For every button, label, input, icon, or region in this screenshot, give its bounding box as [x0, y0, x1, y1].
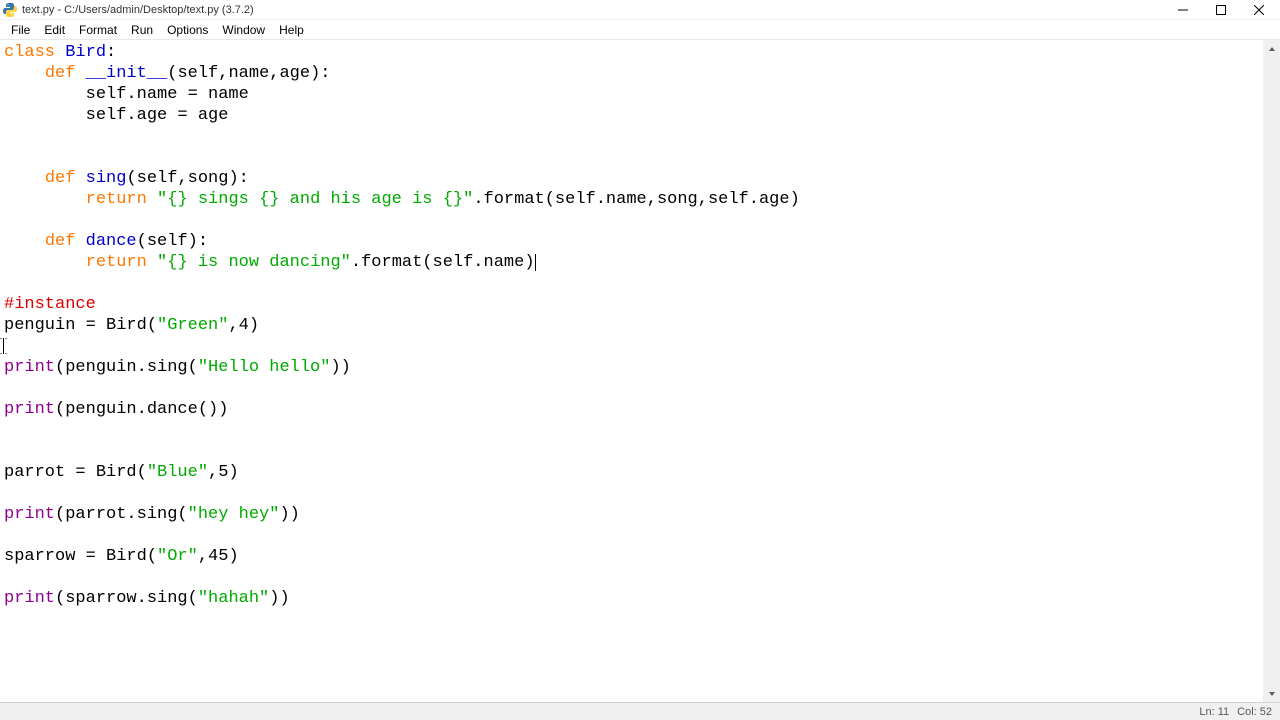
code-text: ,4): [228, 316, 259, 335]
code-text: (self,name,age):: [167, 64, 330, 83]
menu-file[interactable]: File: [4, 21, 37, 39]
code-text: [147, 190, 157, 209]
code-text: )): [279, 505, 299, 524]
keyword: class: [4, 43, 55, 62]
code-text: penguin = Bird(: [4, 316, 157, 335]
window-title: text.py - C:/Users/admin/Desktop/text.py…: [22, 4, 1164, 16]
code-text: (parrot.sing(: [55, 505, 188, 524]
menu-window[interactable]: Window: [215, 21, 272, 39]
close-button[interactable]: [1240, 0, 1278, 20]
window-controls: [1164, 0, 1278, 20]
builtin: print: [4, 358, 55, 377]
scroll-up-icon[interactable]: [1263, 40, 1280, 57]
maximize-button[interactable]: [1202, 0, 1240, 20]
status-line: Ln: 11: [1199, 706, 1229, 718]
code-text: [4, 64, 45, 83]
keyword: return: [86, 253, 147, 272]
status-col: Col: 52: [1237, 706, 1272, 718]
code-text: (penguin.sing(: [55, 358, 198, 377]
code-text: sparrow = Bird(: [4, 547, 157, 566]
string-literal: "Blue": [147, 463, 208, 482]
func-name: dance: [75, 232, 136, 251]
code-text: ,45): [198, 547, 239, 566]
menubar: File Edit Format Run Options Window Help: [0, 20, 1280, 40]
func-name: __init__: [75, 64, 167, 83]
scrollbar-thumb[interactable]: [1263, 57, 1280, 685]
code-text: )): [269, 589, 289, 608]
code-text: [4, 190, 86, 209]
editor-area: class Bird: def __init__(self,name,age):…: [0, 40, 1280, 702]
code-text: .format(self.name,song,self.age): [473, 190, 799, 209]
builtin: print: [4, 400, 55, 419]
code-editor[interactable]: class Bird: def __init__(self,name,age):…: [0, 40, 1263, 702]
string-literal: "{} is now dancing": [157, 253, 351, 272]
code-text: (sparrow.sing(: [55, 589, 198, 608]
menu-edit[interactable]: Edit: [37, 21, 72, 39]
builtin: print: [4, 505, 55, 524]
keyword: return: [86, 190, 147, 209]
menu-help[interactable]: Help: [272, 21, 311, 39]
statusbar: Ln: 11 Col: 52: [0, 702, 1280, 720]
builtin: print: [4, 589, 55, 608]
code-text: self.age = age: [4, 106, 228, 125]
code-text: (self,song):: [126, 169, 248, 188]
code-text: [4, 232, 45, 251]
string-literal: "Hello hello": [198, 358, 331, 377]
keyword: def: [45, 232, 76, 251]
titlebar: text.py - C:/Users/admin/Desktop/text.py…: [0, 0, 1280, 20]
code-text: self.name = name: [4, 85, 249, 104]
vertical-scrollbar[interactable]: [1263, 40, 1280, 702]
comment: #instance: [4, 295, 96, 314]
string-literal: "hahah": [198, 589, 269, 608]
code-text: [4, 169, 45, 188]
keyword: def: [45, 169, 76, 188]
string-literal: "Green": [157, 316, 228, 335]
string-literal: "hey hey": [188, 505, 280, 524]
menu-options[interactable]: Options: [160, 21, 215, 39]
class-name: Bird: [55, 43, 106, 62]
code-text: [4, 253, 86, 272]
menu-run[interactable]: Run: [124, 21, 160, 39]
code-text: ,5): [208, 463, 239, 482]
menu-format[interactable]: Format: [72, 21, 124, 39]
code-text: )): [330, 358, 350, 377]
scroll-down-icon[interactable]: [1263, 685, 1280, 702]
python-icon: [2, 2, 18, 18]
code-text: .format(self.name): [351, 253, 535, 272]
code-text: (self):: [137, 232, 208, 251]
string-literal: "{} sings {} and his age is {}": [157, 190, 473, 209]
func-name: sing: [75, 169, 126, 188]
string-literal: "Or": [157, 547, 198, 566]
code-text: (penguin.dance()): [55, 400, 228, 419]
keyword: def: [45, 64, 76, 83]
code-text: [147, 253, 157, 272]
text-cursor: [535, 254, 536, 271]
code-text: parrot = Bird(: [4, 463, 147, 482]
code-text: :: [106, 43, 116, 62]
minimize-button[interactable]: [1164, 0, 1202, 20]
